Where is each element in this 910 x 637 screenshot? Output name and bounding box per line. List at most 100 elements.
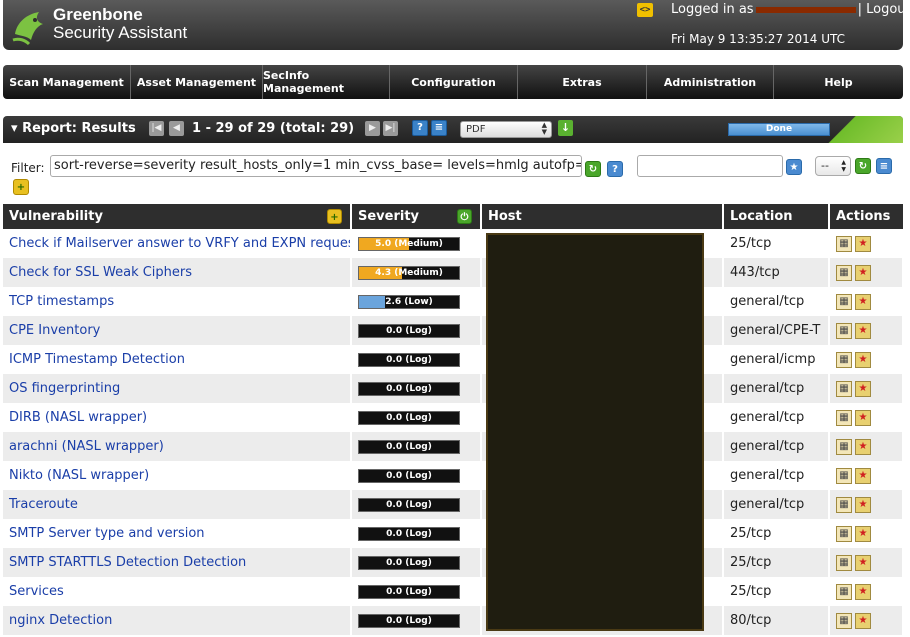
severity-label: 0.0 (Log) xyxy=(386,383,432,394)
vulnerability-link[interactable]: ICMP Timestamp Detection xyxy=(9,352,185,367)
refresh-icon[interactable]: ↻ xyxy=(585,161,601,177)
severity-cell: 0.0 (Log) xyxy=(351,519,482,548)
details-icon[interactable]: ▦ xyxy=(836,293,852,310)
col-severity[interactable]: Severity ⏻ xyxy=(351,204,482,229)
table-row: Check if Mailserver answer to VRFY and E… xyxy=(3,229,904,258)
severity-bar: 0.0 (Log) xyxy=(358,584,460,599)
location-cell: general/tcp xyxy=(723,374,830,403)
details-icon[interactable]: ▦ xyxy=(836,583,852,600)
severity-bar: 0.0 (Log) xyxy=(358,497,460,512)
previous-page-icon[interactable]: ◀ xyxy=(169,121,184,136)
severity-label: 0.0 (Log) xyxy=(386,354,432,365)
download-icon[interactable]: ↓ xyxy=(558,120,573,136)
datetime: Fri May 9 13:35:27 2014 UTC xyxy=(671,32,846,46)
col-vulnerability[interactable]: Vulnerability + xyxy=(3,204,352,229)
details-icon[interactable]: ▦ xyxy=(836,351,852,368)
override-star-icon[interactable]: ★ xyxy=(855,409,871,426)
override-star-icon[interactable]: ★ xyxy=(855,554,871,571)
filter-name-input[interactable] xyxy=(637,155,783,177)
col-host[interactable]: Host xyxy=(481,204,724,229)
apply-filter-icon[interactable]: ↻ xyxy=(855,158,871,174)
spinner-arrows-icon: ▲ ▼ xyxy=(541,121,547,136)
override-star-icon[interactable]: ★ xyxy=(855,525,871,542)
filter-input[interactable]: sort-reverse=severity result_hosts_only=… xyxy=(50,155,582,177)
severity-cell: 0.0 (Log) xyxy=(351,461,482,490)
nav-extras[interactable]: Extras xyxy=(518,65,647,99)
vulnerability-link[interactable]: arachni (NASL wrapper) xyxy=(9,439,164,454)
override-star-icon[interactable]: ★ xyxy=(855,380,871,397)
new-filter-star-icon[interactable]: ★ xyxy=(786,159,802,175)
new-folder-icon[interactable]: + xyxy=(13,179,29,195)
vulnerability-link[interactable]: TCP timestamps xyxy=(9,294,114,309)
filter-help-icon[interactable]: ? xyxy=(607,161,623,177)
details-icon[interactable]: ▦ xyxy=(836,438,852,455)
col-host-label: Host xyxy=(488,209,522,224)
next-page-icon[interactable]: ▶ xyxy=(365,121,380,136)
details-icon[interactable]: ▦ xyxy=(836,525,852,542)
vulnerability-link[interactable]: OS fingerprinting xyxy=(9,381,120,396)
col-location[interactable]: Location xyxy=(723,204,830,229)
override-star-icon[interactable]: ★ xyxy=(855,235,871,252)
nav-help[interactable]: Help xyxy=(774,65,903,99)
vulnerability-link[interactable]: CPE Inventory xyxy=(9,323,100,338)
first-page-icon[interactable]: |◀ xyxy=(149,121,164,136)
severity-label: 0.0 (Log) xyxy=(386,412,432,423)
details-icon[interactable]: ▦ xyxy=(836,612,852,629)
override-star-icon[interactable]: ★ xyxy=(855,438,871,455)
severity-label: 0.0 (Log) xyxy=(386,615,432,626)
location-cell: general/tcp xyxy=(723,287,830,316)
table-row: DIRB (NASL wrapper) 0.0 (Log) general/tcp ▦… xyxy=(3,403,904,432)
severity-label: 5.0 (Medium) xyxy=(375,238,443,249)
last-page-icon[interactable]: ▶| xyxy=(383,121,398,136)
saved-filter-select[interactable]: -- ▲ ▼ xyxy=(815,156,851,176)
table-row: nginx Detection 0.0 (Log) 80/tcp ▦ ★ xyxy=(3,606,904,635)
severity-label: 0.0 (Log) xyxy=(386,441,432,452)
report-format-select[interactable]: PDF ▲ ▼ xyxy=(460,121,552,138)
override-star-icon[interactable]: ★ xyxy=(855,467,871,484)
details-icon[interactable]: ▦ xyxy=(836,322,852,339)
code-icon[interactable]: <> xyxy=(637,3,653,17)
vulnerability-link[interactable]: Services xyxy=(9,584,64,599)
severity-cell: 0.0 (Log) xyxy=(351,490,482,519)
vulnerability-link[interactable]: Nikto (NASL wrapper) xyxy=(9,468,149,483)
override-star-icon[interactable]: ★ xyxy=(855,496,871,513)
list-icon[interactable]: ≡ xyxy=(431,120,447,136)
vulnerability-link[interactable]: nginx Detection xyxy=(9,613,112,628)
override-star-icon[interactable]: ★ xyxy=(855,351,871,368)
details-icon[interactable]: ▦ xyxy=(836,235,852,252)
report-title[interactable]: ▾ Report: Results xyxy=(11,121,136,136)
vulnerability-link[interactable]: SMTP STARTTLS Detection Detection xyxy=(9,555,246,570)
details-icon[interactable]: ▦ xyxy=(836,496,852,513)
logout-link[interactable]: Logout xyxy=(866,2,910,17)
vulnerability-link[interactable]: Traceroute xyxy=(9,497,78,512)
report-toolbar: ▾ Report: Results |◀ ◀ 1 - 29 of 29 (tot… xyxy=(3,116,903,143)
vulnerability-link[interactable]: Check for SSL Weak Ciphers xyxy=(9,265,192,280)
nav-configuration[interactable]: Configuration xyxy=(390,65,518,99)
nav-administration[interactable]: Administration xyxy=(647,65,774,99)
vulnerability-cell: Traceroute xyxy=(3,490,352,519)
details-icon[interactable]: ▦ xyxy=(836,554,852,571)
severity-bar: 5.0 (Medium) xyxy=(358,236,460,251)
override-star-icon[interactable]: ★ xyxy=(855,293,871,310)
override-star-icon[interactable]: ★ xyxy=(855,322,871,339)
nav-secinfo-management[interactable]: SecInfo Management xyxy=(263,65,390,99)
filter-list-icon[interactable]: ≡ xyxy=(876,158,892,174)
details-icon[interactable]: ▦ xyxy=(836,380,852,397)
actions-cell: ▦ ★ xyxy=(829,606,904,635)
power-icon[interactable]: ⏻ xyxy=(457,209,472,224)
greenbone-logo-icon xyxy=(12,12,43,46)
vulnerability-link[interactable]: DIRB (NASL wrapper) xyxy=(9,410,147,425)
override-star-icon[interactable]: ★ xyxy=(855,612,871,629)
add-note-icon[interactable]: + xyxy=(327,209,342,224)
help-icon[interactable]: ? xyxy=(412,120,428,136)
nav-asset-management[interactable]: Asset Management xyxy=(131,65,263,99)
details-icon[interactable]: ▦ xyxy=(836,467,852,484)
vulnerability-link[interactable]: SMTP Server type and version xyxy=(9,526,205,541)
details-icon[interactable]: ▦ xyxy=(836,264,852,281)
vulnerability-link[interactable]: Check if Mailserver answer to VRFY and E… xyxy=(9,236,349,251)
details-icon[interactable]: ▦ xyxy=(836,409,852,426)
nav-scan-management[interactable]: Scan Management xyxy=(3,65,131,99)
override-star-icon[interactable]: ★ xyxy=(855,583,871,600)
brand-line2: Security Assistant xyxy=(53,23,188,42)
override-star-icon[interactable]: ★ xyxy=(855,264,871,281)
